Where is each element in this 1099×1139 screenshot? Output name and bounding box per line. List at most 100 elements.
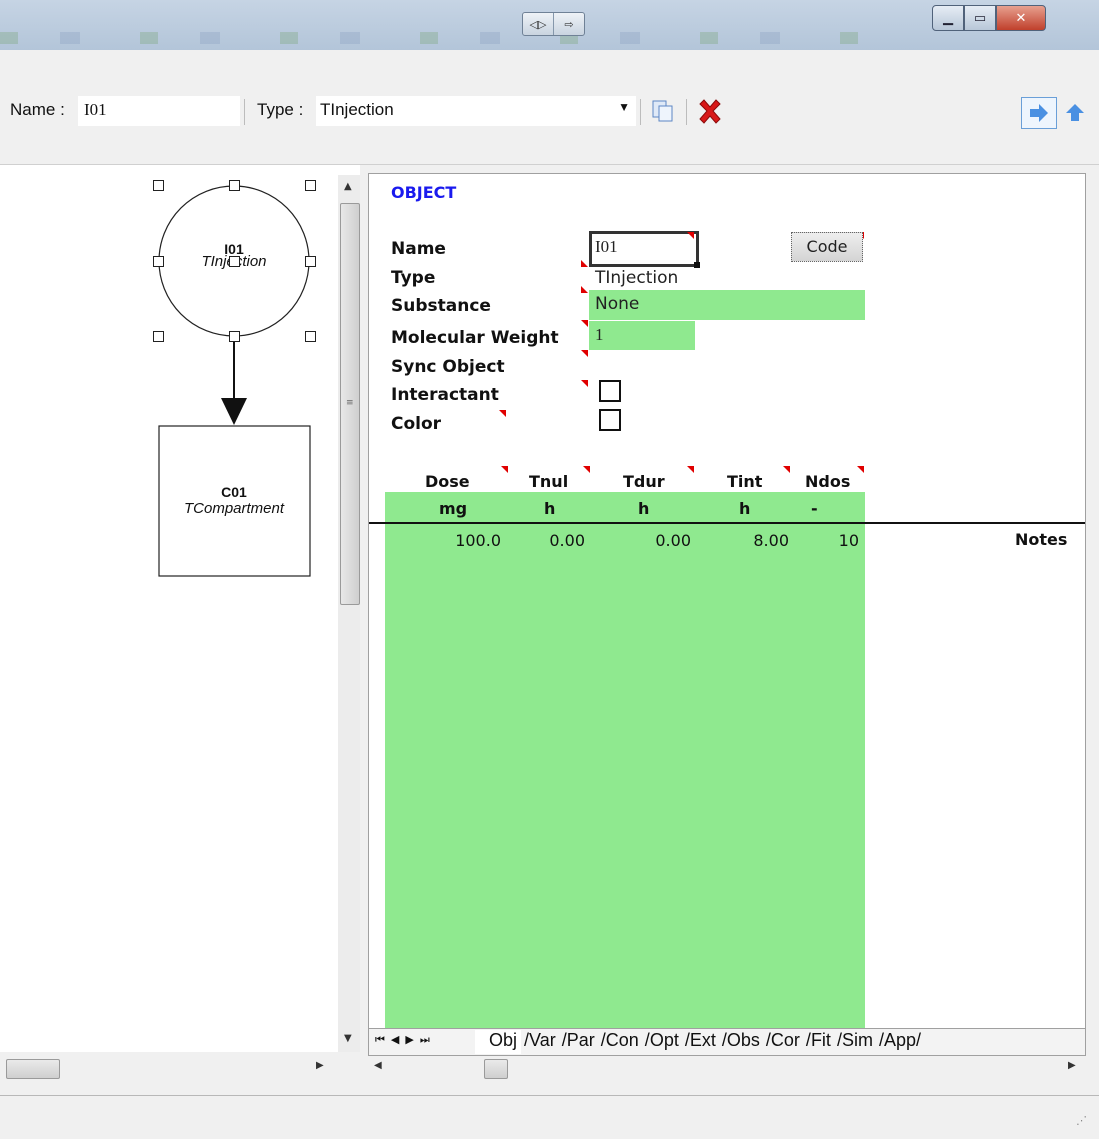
tab-navigation[interactable]: ⏮◀▶⏭ bbox=[375, 1033, 436, 1047]
chevron-down-icon[interactable]: ▼ bbox=[618, 100, 630, 114]
substance-cell[interactable]: None bbox=[589, 290, 865, 320]
type-dropdown[interactable]: TInjection ▼ bbox=[316, 96, 636, 126]
type-value: TInjection bbox=[595, 268, 679, 288]
sheet-horizontal-scrollbar[interactable]: ◀ ▶ bbox=[368, 1057, 1084, 1079]
scroll-right-icon[interactable]: ▶ bbox=[1068, 1060, 1076, 1071]
comment-marker bbox=[581, 320, 588, 327]
ndos-unit: - bbox=[811, 499, 818, 518]
scroll-up-icon[interactable]: ▲ bbox=[344, 181, 352, 192]
interactant-checkbox[interactable] bbox=[599, 380, 621, 402]
name-label: Name : bbox=[10, 100, 65, 119]
tint-header: Tint bbox=[727, 472, 763, 491]
comment-marker bbox=[581, 350, 588, 357]
interactant-label: Interactant bbox=[391, 385, 499, 405]
property-sheet[interactable]: OBJECT Name Type Substance Molecular Wei… bbox=[368, 173, 1086, 1030]
molecular-weight-label: Molecular Weight bbox=[391, 328, 559, 348]
sheet-tabs: Obj /Var /Par /Con /Opt /Ext /Obs /Cor /… bbox=[475, 1030, 924, 1054]
name-cell[interactable]: I01 bbox=[589, 231, 700, 268]
copy-icon[interactable] bbox=[650, 99, 676, 123]
scrollbar-thumb[interactable] bbox=[6, 1059, 60, 1079]
tab-con[interactable]: /Con bbox=[598, 1030, 642, 1054]
delete-icon[interactable] bbox=[696, 98, 724, 126]
minimize-icon[interactable]: ▁ bbox=[932, 5, 964, 31]
selection-handle[interactable] bbox=[153, 180, 164, 191]
substance-label: Substance bbox=[391, 296, 491, 316]
tab-obs[interactable]: /Obs bbox=[719, 1030, 763, 1054]
tint-unit: h bbox=[739, 499, 751, 518]
tdur-header: Tdur bbox=[623, 472, 665, 491]
diagram-horizontal-scrollbar[interactable]: ▶ bbox=[0, 1057, 338, 1079]
prev-tab-icon[interactable]: ◀ bbox=[391, 1033, 405, 1046]
dose-unit: mg bbox=[439, 499, 468, 518]
tdur-unit: h bbox=[638, 499, 650, 518]
selection-handle[interactable] bbox=[229, 256, 240, 267]
name-cell-value: I01 bbox=[595, 237, 618, 256]
notes-header: Notes bbox=[1015, 530, 1068, 549]
next-tab-icon[interactable]: ▶ bbox=[405, 1033, 419, 1046]
dose-header: Dose bbox=[425, 472, 470, 491]
selection-handle[interactable] bbox=[153, 331, 164, 342]
tnul-value[interactable]: 0.00 bbox=[515, 531, 585, 550]
resize-grip-icon[interactable]: ⋰ bbox=[1076, 1114, 1087, 1127]
diagram-graph bbox=[158, 185, 311, 577]
comment-marker bbox=[687, 466, 694, 473]
first-tab-icon[interactable]: ⏮ bbox=[375, 1033, 391, 1046]
tab-fit[interactable]: /Fit bbox=[803, 1030, 834, 1054]
selection-handle[interactable] bbox=[229, 180, 240, 191]
tab-obj[interactable]: Obj bbox=[475, 1030, 522, 1054]
tab-sim[interactable]: /Sim bbox=[834, 1030, 876, 1054]
color-checkbox[interactable] bbox=[599, 409, 621, 431]
export-icon[interactable]: ⇨ bbox=[554, 13, 584, 35]
selection-handle[interactable] bbox=[305, 256, 316, 267]
tab-cor[interactable]: /Cor bbox=[763, 1030, 803, 1054]
code-view-icon[interactable]: ◁▷ bbox=[523, 13, 554, 35]
node-C01-class: TCompartment bbox=[183, 500, 285, 517]
toolbar-separator bbox=[640, 99, 641, 125]
tab-opt[interactable]: /Opt bbox=[642, 1030, 682, 1054]
last-tab-icon[interactable]: ⏭ bbox=[420, 1033, 436, 1046]
diagram-vertical-scrollbar[interactable]: ▲ ≡ ▼ bbox=[338, 175, 360, 1052]
comment-marker bbox=[583, 466, 590, 473]
fill-handle[interactable] bbox=[694, 262, 700, 268]
molecular-weight-cell[interactable]: 1 bbox=[589, 321, 695, 350]
scroll-right-icon[interactable]: ▶ bbox=[316, 1060, 324, 1071]
comment-marker bbox=[783, 466, 790, 473]
selection-handle[interactable] bbox=[305, 331, 316, 342]
grip-icon: ≡ bbox=[346, 398, 354, 408]
scroll-left-icon[interactable]: ◀ bbox=[374, 1060, 382, 1071]
tab-var[interactable]: /Var bbox=[521, 1030, 559, 1054]
node-C01-id: C01 bbox=[221, 484, 247, 500]
scroll-down-icon[interactable]: ▼ bbox=[344, 1033, 352, 1044]
selection-handle[interactable] bbox=[229, 331, 240, 342]
close-icon[interactable]: ✕ bbox=[996, 5, 1046, 31]
maximize-icon[interactable]: ▭ bbox=[964, 5, 996, 31]
comment-marker bbox=[687, 232, 694, 239]
type-dropdown-value: TInjection bbox=[320, 100, 394, 119]
name-label: Name bbox=[391, 239, 446, 259]
tab-app[interactable]: /App/ bbox=[876, 1030, 924, 1054]
up-arrow-icon[interactable] bbox=[1062, 100, 1088, 126]
header-divider-line bbox=[369, 522, 1085, 524]
ndos-value[interactable]: 10 bbox=[809, 531, 859, 550]
forward-arrow-icon[interactable] bbox=[1021, 97, 1057, 129]
scrollbar-thumb[interactable] bbox=[484, 1059, 508, 1079]
code-button-label: Code bbox=[806, 237, 848, 256]
tnul-header: Tnul bbox=[529, 472, 569, 491]
code-button[interactable]: Code bbox=[791, 232, 863, 262]
dose-value[interactable]: 100.0 bbox=[429, 531, 501, 550]
name-field-value: I01 bbox=[84, 100, 107, 119]
selection-handle[interactable] bbox=[305, 180, 316, 191]
tab-ext[interactable]: /Ext bbox=[682, 1030, 719, 1054]
tint-value[interactable]: 8.00 bbox=[709, 531, 789, 550]
name-field[interactable]: I01 bbox=[78, 96, 240, 126]
molecular-weight-value: 1 bbox=[595, 325, 604, 344]
tdur-value[interactable]: 0.00 bbox=[619, 531, 691, 550]
scrollbar-thumb[interactable]: ≡ bbox=[340, 203, 360, 605]
dosing-table-body[interactable] bbox=[385, 492, 865, 1029]
node-C01[interactable]: C01 TCompartment bbox=[159, 484, 309, 517]
comment-marker bbox=[501, 466, 508, 473]
comment-marker bbox=[581, 260, 588, 267]
comment-marker bbox=[857, 466, 864, 473]
selection-handle[interactable] bbox=[153, 256, 164, 267]
tab-par[interactable]: /Par bbox=[559, 1030, 598, 1054]
